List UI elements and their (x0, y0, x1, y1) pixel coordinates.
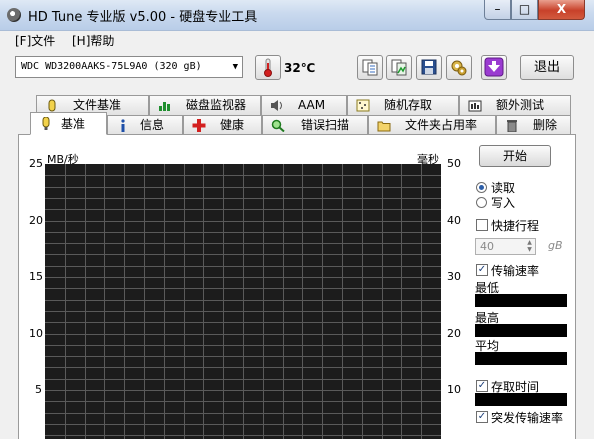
random-access-icon (356, 99, 370, 112)
file-benchmark-icon (48, 99, 56, 112)
avg-value-box (475, 352, 567, 365)
short-stroke-checkbox[interactable] (476, 219, 488, 231)
extra-tests-icon (468, 100, 482, 112)
max-value-box (475, 324, 567, 337)
tab-error-scan[interactable]: 错误扫描 (262, 115, 368, 135)
drive-select-value: WDC WD3200AAKS-75L9A0 (320 gB) (21, 61, 202, 72)
access-time-checkbox[interactable]: ✓ (476, 380, 488, 392)
save-button[interactable] (416, 55, 442, 80)
tab-random-access[interactable]: 随机存取 (347, 95, 459, 115)
y-tick-label: 15 (29, 270, 43, 283)
save-icon (421, 59, 437, 75)
start-button[interactable]: 开始 (479, 145, 551, 167)
burst-rate-label: 突发传输速率 (491, 411, 564, 425)
write-label: 写入 (491, 196, 516, 210)
benchmark-chart (45, 164, 441, 439)
app-icon (7, 8, 21, 22)
tab-info[interactable]: 信息 (107, 115, 183, 135)
y2-tick-label: 10 (447, 383, 461, 396)
short-stroke-unit: gB (548, 239, 563, 252)
burst-rate-checkbox[interactable]: ✓ (476, 411, 488, 423)
options-button[interactable] (446, 55, 472, 80)
y2-tick-label: 50 (447, 157, 461, 170)
menu-file[interactable]: [F]文件 (15, 32, 55, 49)
y-tick-label: 25 (29, 157, 43, 170)
read-radio[interactable] (476, 182, 487, 193)
access-time-value-box (475, 393, 567, 406)
y-tick-label: 20 (29, 213, 43, 227)
window-title: HD Tune 专业版 v5.00 - 硬盘专业工具 (28, 10, 258, 25)
transfer-rate-checkbox[interactable]: ✓ (476, 264, 488, 276)
error-scan-icon (271, 119, 285, 132)
drive-select[interactable]: WDC WD3200AAKS-75L9A0 (320 gB) ▼ (15, 56, 243, 78)
copy-image-icon (391, 59, 407, 76)
tab-health[interactable]: 健康 (183, 115, 262, 135)
erase-icon (507, 120, 517, 132)
thermometer-icon (264, 58, 272, 77)
benchmark-icon (42, 117, 50, 130)
y2-tick-label: 30 (447, 270, 461, 283)
close-button[interactable]: X (538, 0, 585, 20)
transfer-rate-label: 传输速率 (491, 264, 540, 278)
options-icon (451, 60, 467, 76)
tab-erase[interactable]: 删除 (496, 115, 571, 135)
folder-usage-icon (377, 121, 391, 132)
tab-extra-tests[interactable]: 额外测试 (459, 95, 571, 115)
exit-button[interactable]: 退出 (520, 55, 574, 80)
minimize-button[interactable]: – (484, 0, 511, 20)
speaker-icon (271, 100, 282, 111)
y2-tick-label: 20 (447, 326, 461, 340)
tab-aam[interactable]: AAM (261, 95, 347, 115)
download-icon (484, 57, 504, 77)
disk-monitor-icon (159, 102, 170, 111)
temperature-readout: 32℃ (284, 61, 316, 75)
health-icon (192, 119, 206, 132)
temperature-button[interactable] (255, 55, 281, 80)
short-stroke-label: 快捷行程 (491, 219, 540, 233)
write-radio[interactable] (476, 197, 487, 208)
chevron-down-icon: ▼ (232, 62, 238, 72)
copy-text-icon (362, 59, 378, 76)
y-tick-label: 10 (29, 326, 43, 340)
y-tick-label: 5 (35, 383, 42, 396)
info-icon (121, 119, 125, 132)
copy-image-button[interactable] (386, 55, 412, 80)
min-value-box (475, 294, 567, 307)
tab-disk-monitor[interactable]: 磁盘监视器 (149, 95, 261, 115)
spin-up-icon[interactable]: ▲ (524, 239, 535, 246)
y2-tick-label: 40 (447, 213, 461, 227)
maximize-button[interactable]: □ (511, 0, 538, 20)
copy-text-button[interactable] (357, 55, 383, 80)
download-button[interactable] (481, 55, 507, 80)
spin-down-icon[interactable]: ▼ (524, 246, 535, 253)
menu-help[interactable]: [H]帮助 (72, 32, 114, 49)
tab-folder-usage[interactable]: 文件夹占用率 (368, 115, 496, 135)
tab-benchmark[interactable]: 基准 (30, 112, 107, 135)
